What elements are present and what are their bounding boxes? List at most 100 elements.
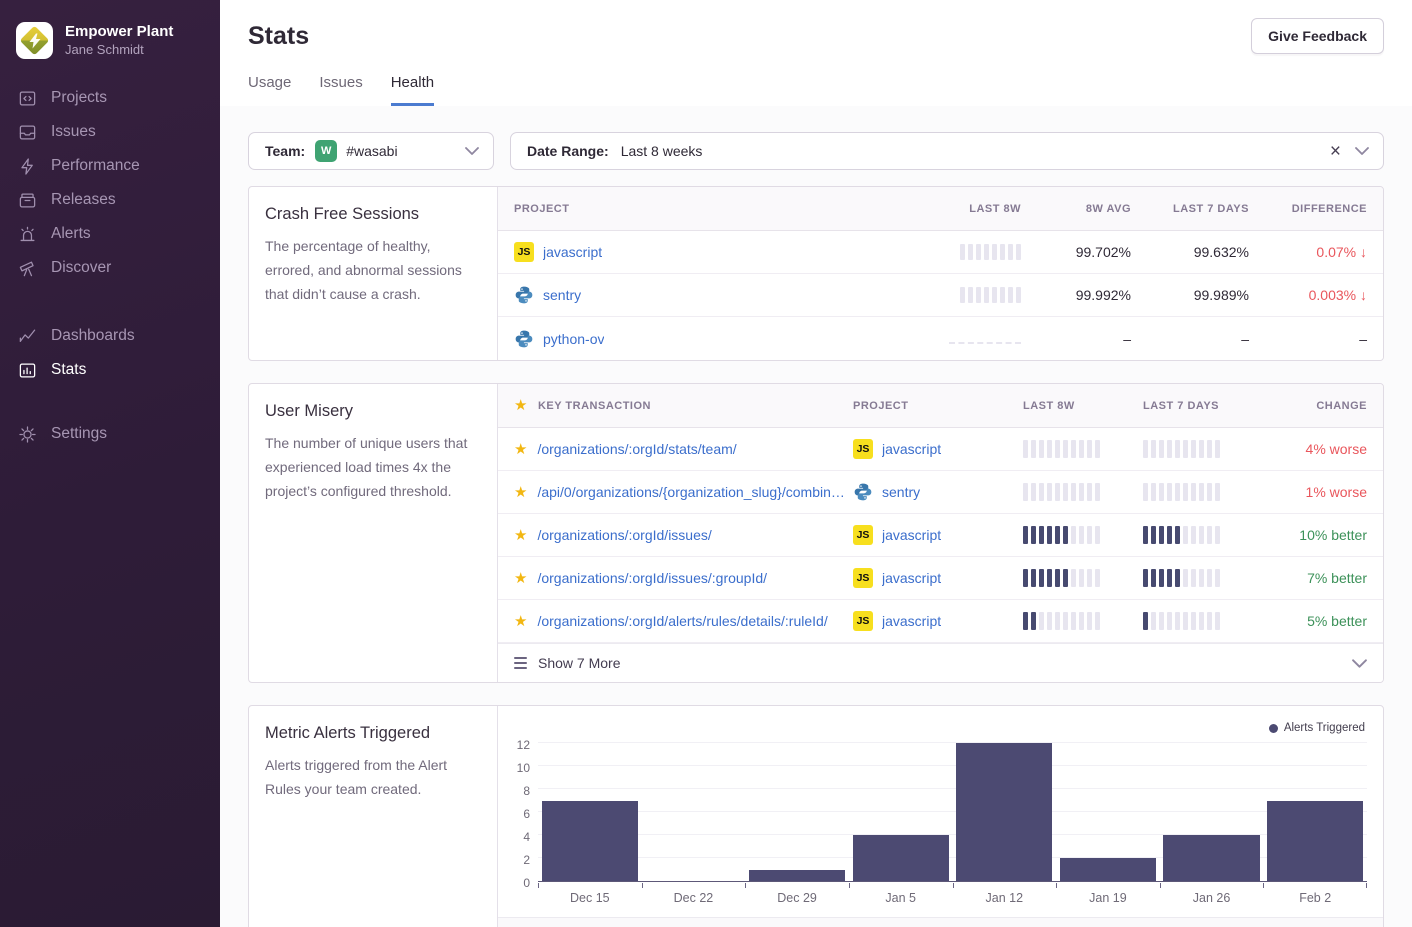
col-last-8w: LAST 8W	[1023, 400, 1135, 412]
project-link[interactable]: sentry	[543, 287, 581, 303]
trend-sparkline	[960, 244, 1021, 260]
user-misery-panel: User Misery The number of unique users t…	[248, 383, 1384, 683]
chart-bar[interactable]	[542, 801, 638, 882]
change-value: 5% better	[1307, 613, 1367, 629]
col-last-7-days: LAST 7 DAYS	[1173, 203, 1249, 215]
trend-sparkline	[960, 287, 1021, 303]
platform-icon: JS	[853, 611, 873, 631]
project-link[interactable]: javascript	[882, 527, 941, 543]
chevron-down-icon	[1352, 659, 1367, 668]
transaction-link[interactable]: /organizations/:orgId/issues/:groupId/	[537, 570, 767, 586]
give-feedback-button[interactable]: Give Feedback	[1251, 18, 1384, 54]
misery-sparkline-7d	[1143, 612, 1257, 630]
sidebar-item-label: Settings	[51, 425, 107, 443]
key-transaction-star-icon[interactable]: ★	[514, 442, 527, 457]
sidebar-item-label: Performance	[51, 157, 140, 175]
legend-dot-icon	[1269, 724, 1278, 733]
bolt-icon	[29, 33, 40, 48]
team-value: #wasabi	[346, 143, 397, 159]
dashboards-icon	[17, 326, 37, 346]
project-link[interactable]: javascript	[882, 441, 941, 457]
sidebar-item-projects[interactable]: Projects	[0, 81, 220, 115]
transaction-link[interactable]: /organizations/:orgId/stats/team/	[537, 441, 736, 457]
page-header: Stats Give Feedback Usage Issues Health	[220, 0, 1412, 106]
chart-bar[interactable]	[1060, 858, 1156, 881]
team-label: Team:	[265, 143, 305, 159]
chevron-down-icon[interactable]	[1355, 147, 1369, 155]
transaction-link[interactable]: /api/0/organizations/{organization_slug}…	[537, 484, 845, 500]
misery-sparkline-8w	[1023, 440, 1135, 458]
settings-icon	[17, 424, 37, 444]
chart-bar[interactable]	[853, 835, 949, 881]
difference-value: –	[1359, 331, 1367, 347]
sidebar-item-label: Stats	[51, 361, 86, 379]
platform-icon: JS	[853, 568, 873, 588]
key-transaction-star-icon[interactable]: ★	[514, 614, 527, 629]
alerts-icon	[17, 224, 37, 244]
sidebar-item-stats[interactable]: Stats	[0, 353, 220, 387]
panel-description: The number of unique users that experien…	[265, 431, 481, 503]
misery-sparkline-8w	[1023, 483, 1135, 501]
discover-icon	[17, 258, 37, 278]
sidebar-item-settings[interactable]: Settings	[0, 417, 220, 451]
chart-bar[interactable]	[1267, 801, 1363, 882]
last-7d-value: 99.989%	[1194, 287, 1249, 303]
sidebar-item-discover[interactable]: Discover	[0, 251, 220, 285]
col-project: PROJECT	[853, 400, 1015, 412]
legend-label: Alerts Triggered	[1284, 722, 1365, 734]
avg-8w-value: –	[1123, 331, 1131, 347]
key-transaction-star-icon[interactable]: ★	[514, 485, 527, 500]
chart-plot-area	[538, 744, 1367, 882]
project-link[interactable]: sentry	[882, 484, 920, 500]
chart-bar[interactable]	[749, 870, 845, 882]
table-row: ★ /organizations/:orgId/issues/:groupId/…	[498, 557, 1383, 600]
org-name: Empower Plant	[65, 23, 173, 42]
sidebar-item-alerts[interactable]: Alerts	[0, 217, 220, 251]
crash-free-sessions-panel: Crash Free Sessions The percentage of he…	[248, 186, 1384, 361]
y-tick-label: 6	[523, 807, 530, 821]
project-link[interactable]: javascript	[543, 244, 602, 260]
tab-usage[interactable]: Usage	[248, 74, 291, 106]
project-link[interactable]: python-ov	[543, 331, 604, 347]
y-tick-label: 12	[517, 738, 530, 752]
main-content: Stats Give Feedback Usage Issues Health …	[220, 0, 1412, 927]
chart-bar-slot	[642, 744, 746, 881]
platform-icon: JS	[853, 439, 873, 459]
chart-bar-slot	[849, 744, 953, 881]
platform-icon: JS	[853, 525, 873, 545]
panel-title: Crash Free Sessions	[265, 205, 481, 224]
show-more-button[interactable]: Show 7 More	[498, 643, 1383, 682]
last-7d-value: 99.632%	[1194, 244, 1249, 260]
clear-date-icon[interactable]: ×	[1330, 142, 1341, 161]
tab-issues[interactable]: Issues	[319, 74, 362, 106]
chart-bar-slot	[538, 744, 642, 881]
sidebar-item-performance[interactable]: Performance	[0, 149, 220, 183]
chart-bar[interactable]	[956, 743, 1052, 881]
sidebar-item-issues[interactable]: Issues	[0, 115, 220, 149]
x-tick-label: Dec 29	[745, 891, 849, 905]
sidebar-item-dashboards[interactable]: Dashboards	[0, 319, 220, 353]
key-transaction-star-icon[interactable]: ★	[514, 571, 527, 586]
last-7d-value: –	[1241, 331, 1249, 347]
project-link[interactable]: javascript	[882, 570, 941, 586]
transaction-link[interactable]: /organizations/:orgId/alerts/rules/detai…	[537, 613, 827, 629]
chart-legend[interactable]: Alerts Triggered	[1269, 722, 1365, 734]
transaction-link[interactable]: /organizations/:orgId/issues/	[537, 527, 711, 543]
table-header: ★KEY TRANSACTION PROJECT LAST 8W LAST 7 …	[498, 384, 1383, 428]
org-switcher[interactable]: Empower Plant Jane Schmidt	[0, 16, 220, 81]
team-selector[interactable]: Team: W #wasabi	[248, 132, 494, 170]
x-tick-label: Dec 15	[538, 891, 642, 905]
tab-health[interactable]: Health	[391, 74, 434, 106]
date-range-label: Date Range:	[527, 143, 609, 159]
panel-title: Metric Alerts Triggered	[265, 724, 481, 743]
y-tick-label: 0	[523, 876, 530, 890]
chart-bar[interactable]	[1163, 835, 1259, 881]
project-link[interactable]: javascript	[882, 613, 941, 629]
sidebar-item-label: Issues	[51, 123, 96, 141]
date-range-selector[interactable]: Date Range: Last 8 weeks ×	[510, 132, 1384, 170]
y-tick-label: 8	[523, 784, 530, 798]
chart-bar-slot	[745, 744, 849, 881]
misery-sparkline-8w	[1023, 569, 1135, 587]
key-transaction-star-icon[interactable]: ★	[514, 528, 527, 543]
sidebar-item-releases[interactable]: Releases	[0, 183, 220, 217]
